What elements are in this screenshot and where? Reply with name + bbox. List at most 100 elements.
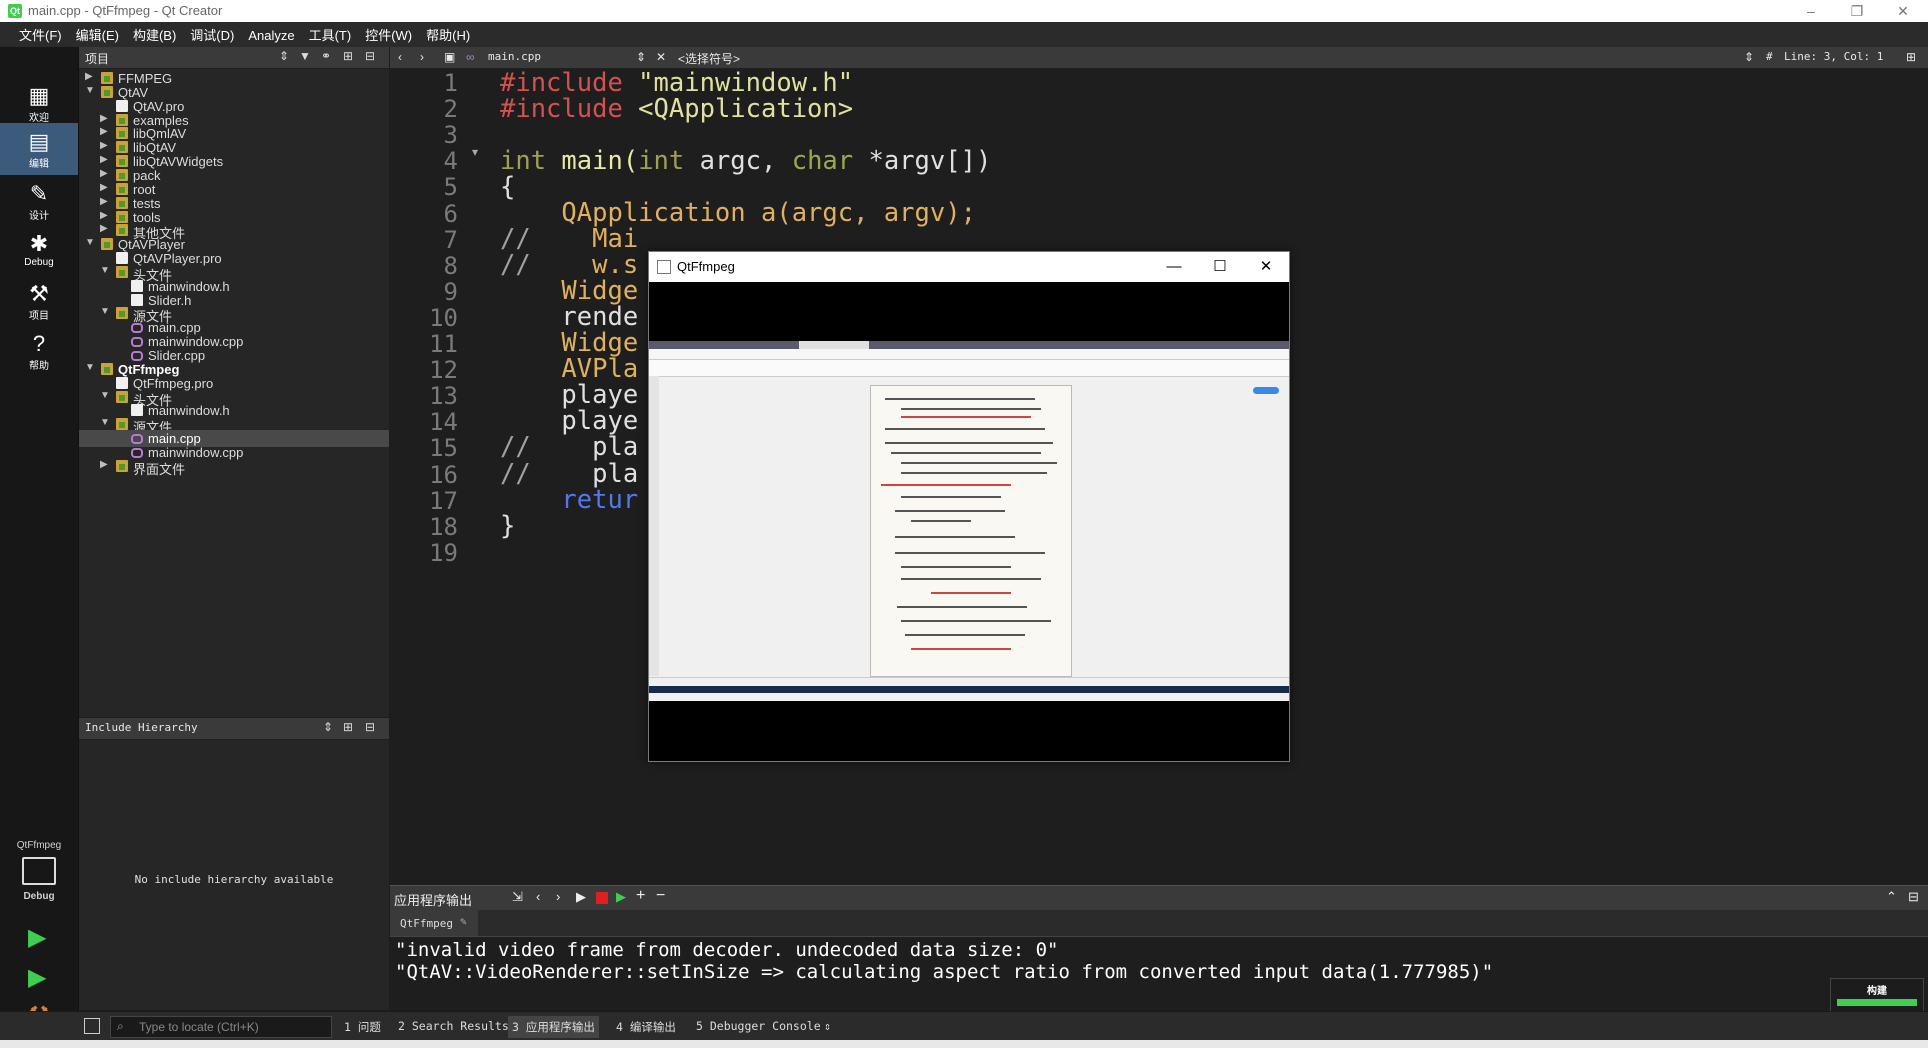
- pane-select-icon[interactable]: ⇕: [323, 720, 333, 734]
- app-window-icon: [657, 260, 671, 274]
- symbol-select-arrows-icon[interactable]: ⇕: [1744, 50, 1754, 64]
- tab-close-icon[interactable]: ✎: [460, 915, 467, 928]
- expanded-arrow-icon[interactable]: ▼: [85, 237, 95, 248]
- collapsed-arrow-icon[interactable]: ▶: [100, 223, 108, 234]
- close-pane-icon[interactable]: ⊟: [365, 720, 375, 734]
- folder-icon: [116, 168, 128, 181]
- video-frame: [649, 341, 1289, 701]
- close-pane-icon[interactable]: ⊟: [365, 49, 375, 63]
- folder-icon: [116, 265, 128, 278]
- handwriting-line: [881, 484, 1011, 486]
- menu-widgets[interactable]: 控件(W): [358, 22, 419, 47]
- current-file-select[interactable]: main.cpp: [488, 50, 541, 63]
- restore-button[interactable]: ❐: [1834, 0, 1880, 22]
- close-output-icon[interactable]: ⊟: [1908, 889, 1919, 905]
- maximize-pane-icon[interactable]: ⌃: [1886, 889, 1897, 905]
- collapsed-arrow-icon[interactable]: ▶: [100, 140, 108, 151]
- menu-file[interactable]: 文件(F): [12, 22, 69, 47]
- code-line-17: retur: [500, 485, 639, 515]
- kit-name: QtFfmpeg: [16, 840, 62, 851]
- menu-help[interactable]: 帮助(H): [419, 22, 477, 47]
- expanded-arrow-icon[interactable]: ▼: [85, 85, 95, 96]
- menu-edit[interactable]: 编辑(E): [69, 22, 126, 47]
- mode-welcome[interactable]: ▦ 欢迎: [0, 77, 78, 129]
- collapsed-arrow-icon[interactable]: ▶: [100, 154, 108, 165]
- handwriting-line: [901, 578, 1041, 580]
- filter-icon[interactable]: ▼: [299, 49, 311, 63]
- monitor-icon[interactable]: [22, 857, 56, 885]
- tabs-select-icon[interactable]: ⇕: [824, 1019, 831, 1033]
- editor-scrollbar[interactable]: [1918, 69, 1928, 884]
- tab-app-output[interactable]: 3 应用程序输出: [508, 1016, 599, 1038]
- minimize-button[interactable]: –: [1788, 0, 1834, 22]
- handwriting-line: [901, 408, 1041, 410]
- expanded-arrow-icon[interactable]: ▼: [100, 265, 110, 276]
- debug-rerun-icon[interactable]: ▶: [616, 889, 626, 905]
- zoom-out-icon[interactable]: −: [656, 887, 665, 905]
- mode-projects[interactable]: ⚒ 项目: [0, 275, 78, 327]
- hash-label: #: [1766, 50, 1773, 63]
- collapsed-arrow-icon[interactable]: ▶: [85, 71, 93, 82]
- include-empty-message: No include hierarchy available: [134, 873, 334, 886]
- forward-icon[interactable]: ›: [420, 50, 424, 64]
- qtffmpeg-close-button[interactable]: ✕: [1243, 252, 1289, 282]
- file-select-arrows-icon[interactable]: ⇕: [636, 50, 646, 64]
- mode-debug[interactable]: ✱ Debug: [0, 225, 78, 277]
- split-editor-icon[interactable]: ⊞: [1906, 50, 1916, 64]
- menu-tools[interactable]: 工具(T): [302, 22, 359, 47]
- qtffmpeg-maximize-button[interactable]: ☐: [1197, 252, 1243, 282]
- collapsed-arrow-icon[interactable]: ▶: [100, 210, 108, 221]
- build-progress[interactable]: 构建: [1830, 978, 1924, 1012]
- stop-icon[interactable]: [596, 892, 608, 904]
- collapsed-arrow-icon[interactable]: ▶: [100, 126, 108, 137]
- tab-issues[interactable]: 1 问题: [344, 1019, 381, 1035]
- output-console[interactable]: "invalid video frame from decoder. undec…: [390, 937, 1928, 1011]
- collapsed-arrow-icon[interactable]: ▶: [100, 182, 108, 193]
- locate-input[interactable]: ⌕ Type to locate (Ctrl+K): [110, 1016, 332, 1038]
- collapsed-arrow-icon[interactable]: ▶: [100, 168, 108, 179]
- symbol-select[interactable]: <选择符号>: [678, 50, 740, 67]
- link-icon[interactable]: ⚭: [321, 49, 331, 63]
- collapsed-arrow-icon[interactable]: ▶: [100, 196, 108, 207]
- split-icon[interactable]: ⊞: [343, 720, 353, 734]
- mode-design[interactable]: ✎ 设计: [0, 175, 78, 227]
- zoom-in-icon[interactable]: +: [636, 887, 645, 905]
- menu-build[interactable]: 构建(B): [126, 22, 183, 47]
- run-icon[interactable]: ▶: [28, 923, 46, 952]
- tree-item[interactable]: ▶ 界面文件: [79, 458, 389, 477]
- menu-debug[interactable]: 调试(D): [183, 22, 241, 47]
- toggle-sidebar-icon[interactable]: [84, 1018, 100, 1034]
- tree-item-label: 界面文件: [133, 461, 186, 477]
- pane-select-icon[interactable]: ⇕: [279, 49, 289, 63]
- output-tab-qtffmpeg[interactable]: QtFfmpeg ✎: [390, 910, 478, 936]
- qtffmpeg-minimize-button[interactable]: —: [1151, 252, 1197, 282]
- collapsed-arrow-icon[interactable]: ▶: [100, 459, 108, 470]
- fold-marker-icon[interactable]: ▾: [472, 145, 478, 159]
- expanded-arrow-icon[interactable]: ▼: [100, 417, 110, 428]
- tab-search-results[interactable]: 2 Search Results: [398, 1019, 509, 1033]
- close-document-icon[interactable]: ✕: [656, 50, 666, 64]
- qtffmpeg-window[interactable]: QtFfmpeg — ☐ ✕: [648, 251, 1290, 762]
- expanded-arrow-icon[interactable]: ▼: [100, 390, 110, 401]
- attach-icon[interactable]: ⇲: [512, 889, 523, 905]
- mode-edit[interactable]: ▤ 编辑: [0, 123, 78, 175]
- tab-compile-output[interactable]: 4 编译输出: [616, 1019, 676, 1035]
- prev-icon[interactable]: ‹: [536, 889, 540, 904]
- handwriting-line: [895, 536, 1015, 538]
- close-button[interactable]: ✕: [1880, 0, 1926, 22]
- cpp-file-icon: ∞: [466, 50, 475, 64]
- line-number: 19: [429, 538, 458, 567]
- expanded-arrow-icon[interactable]: ▼: [85, 362, 95, 373]
- split-icon[interactable]: ⊞: [343, 49, 353, 63]
- expanded-arrow-icon[interactable]: ▼: [100, 306, 110, 317]
- status-bar: ⌕ Type to locate (Ctrl+K) 1 问题 2 Search …: [0, 1011, 1928, 1041]
- next-icon[interactable]: ›: [556, 889, 560, 904]
- mode-help[interactable]: ? 帮助: [0, 325, 78, 377]
- kit-mode: Debug: [23, 891, 55, 902]
- back-icon[interactable]: ‹: [398, 50, 402, 64]
- debug-run-icon[interactable]: ▶: [28, 963, 46, 992]
- collapsed-arrow-icon[interactable]: ▶: [100, 113, 108, 124]
- tab-debugger-console[interactable]: 5 Debugger Console: [696, 1019, 821, 1033]
- rerun-icon[interactable]: ▶: [576, 889, 586, 905]
- cursor-position[interactable]: Line: 3, Col: 1: [1784, 50, 1883, 63]
